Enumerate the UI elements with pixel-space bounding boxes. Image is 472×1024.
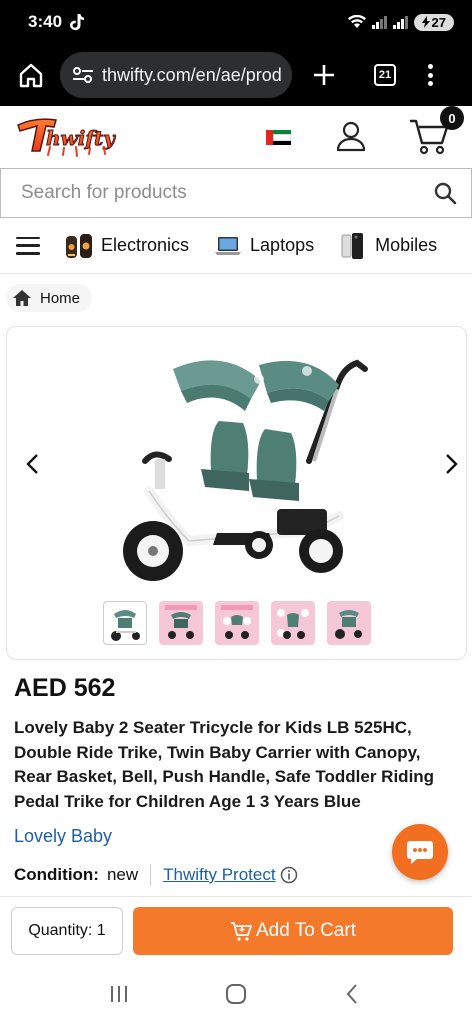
tiktok-icon (70, 13, 85, 30)
uae-flag-icon[interactable] (266, 130, 291, 145)
chat-bubble-icon (407, 841, 433, 864)
condition-row: Condition: new Thwifty Protect (14, 864, 298, 886)
back-icon[interactable] (341, 982, 365, 1006)
signal-icon-2 (392, 16, 408, 29)
product-image-trike[interactable] (109, 341, 379, 597)
url-text: thwifty.com/en/ae/prod (102, 64, 282, 85)
laptop-icon (215, 236, 242, 255)
product-title: Lovely Baby 2 Seater Tricycle for Kids L… (14, 718, 435, 811)
thumbnail-strip (103, 601, 371, 645)
condition-label: Condition: (14, 865, 99, 884)
product-gallery (6, 326, 467, 660)
breadcrumb[interactable]: Home (6, 284, 93, 312)
thumbnail-4[interactable] (271, 601, 315, 645)
tab-switcher-button[interactable]: 21 (374, 64, 396, 86)
status-time: 3:40 (28, 12, 63, 31)
purchase-bar: Quantity: 1 Add To Cart (0, 896, 472, 964)
thumbnail-2[interactable] (159, 601, 203, 645)
new-tab-icon[interactable] (312, 63, 336, 87)
cart-count-badge: 0 (440, 106, 464, 130)
menu-icon[interactable] (16, 236, 40, 255)
cart-plus-icon (231, 922, 252, 941)
browser-menu-icon[interactable] (426, 64, 434, 86)
phone-icon (341, 232, 364, 259)
category-label: Laptops (250, 235, 315, 255)
home-button-icon[interactable] (224, 982, 248, 1006)
category-nav: Electronics Laptops Mobiles (0, 218, 472, 274)
chevron-left-icon[interactable] (25, 453, 41, 475)
recent-apps-icon[interactable] (107, 982, 131, 1006)
thwifty-protect-link[interactable]: Thwifty Protect (163, 865, 275, 885)
svg-text:hwifty: hwifty (46, 126, 116, 150)
add-to-cart-label: Add To Cart (256, 920, 356, 941)
browser-home-icon[interactable] (16, 60, 46, 90)
address-bar[interactable]: thwifty.com/en/ae/prod (60, 52, 292, 98)
search-input[interactable] (21, 182, 433, 204)
status-bar: 3:40 27 (0, 0, 472, 44)
speaker-icon (66, 233, 92, 258)
system-navigation-bar (0, 964, 472, 1024)
condition-value: new (106, 865, 139, 884)
product-price: AED 562 (14, 674, 116, 702)
quantity-selector[interactable]: Quantity: 1 (11, 907, 123, 955)
category-electronics[interactable]: Electronics (64, 232, 189, 260)
thwifty-logo[interactable]: hwifty (16, 111, 116, 163)
browser-toolbar: thwifty.com/en/ae/prod 21 (0, 44, 472, 106)
brand-link[interactable]: Lovely Baby (14, 826, 112, 847)
thumbnail-5[interactable] (327, 601, 371, 645)
thumbnail-3[interactable] (215, 601, 259, 645)
chevron-right-icon[interactable] (443, 453, 459, 475)
search-bar (0, 168, 472, 218)
category-label: Mobiles (375, 235, 438, 255)
search-icon[interactable] (433, 181, 457, 205)
battery-bolt-icon (421, 16, 430, 28)
wifi-icon (347, 15, 366, 28)
thumbnail-1[interactable] (103, 601, 147, 645)
category-label: Electronics (101, 235, 190, 255)
site-settings-icon[interactable] (72, 66, 94, 84)
add-to-cart-button[interactable]: Add To Cart (133, 907, 453, 955)
info-icon[interactable] (280, 866, 298, 884)
category-laptops[interactable]: Laptops (213, 232, 314, 260)
breadcrumb-home[interactable]: Home (40, 290, 80, 307)
battery-level: 27 (431, 14, 446, 30)
battery-indicator: 27 (413, 13, 454, 31)
home-icon (13, 290, 31, 306)
signal-icon (371, 16, 387, 29)
site-header: hwifty 0 (0, 106, 472, 168)
user-account-icon[interactable] (336, 120, 366, 152)
chat-button[interactable] (392, 824, 448, 880)
category-mobiles[interactable]: Mobiles (338, 232, 437, 260)
divider (150, 864, 152, 886)
status-indicators: 27 (347, 13, 454, 31)
